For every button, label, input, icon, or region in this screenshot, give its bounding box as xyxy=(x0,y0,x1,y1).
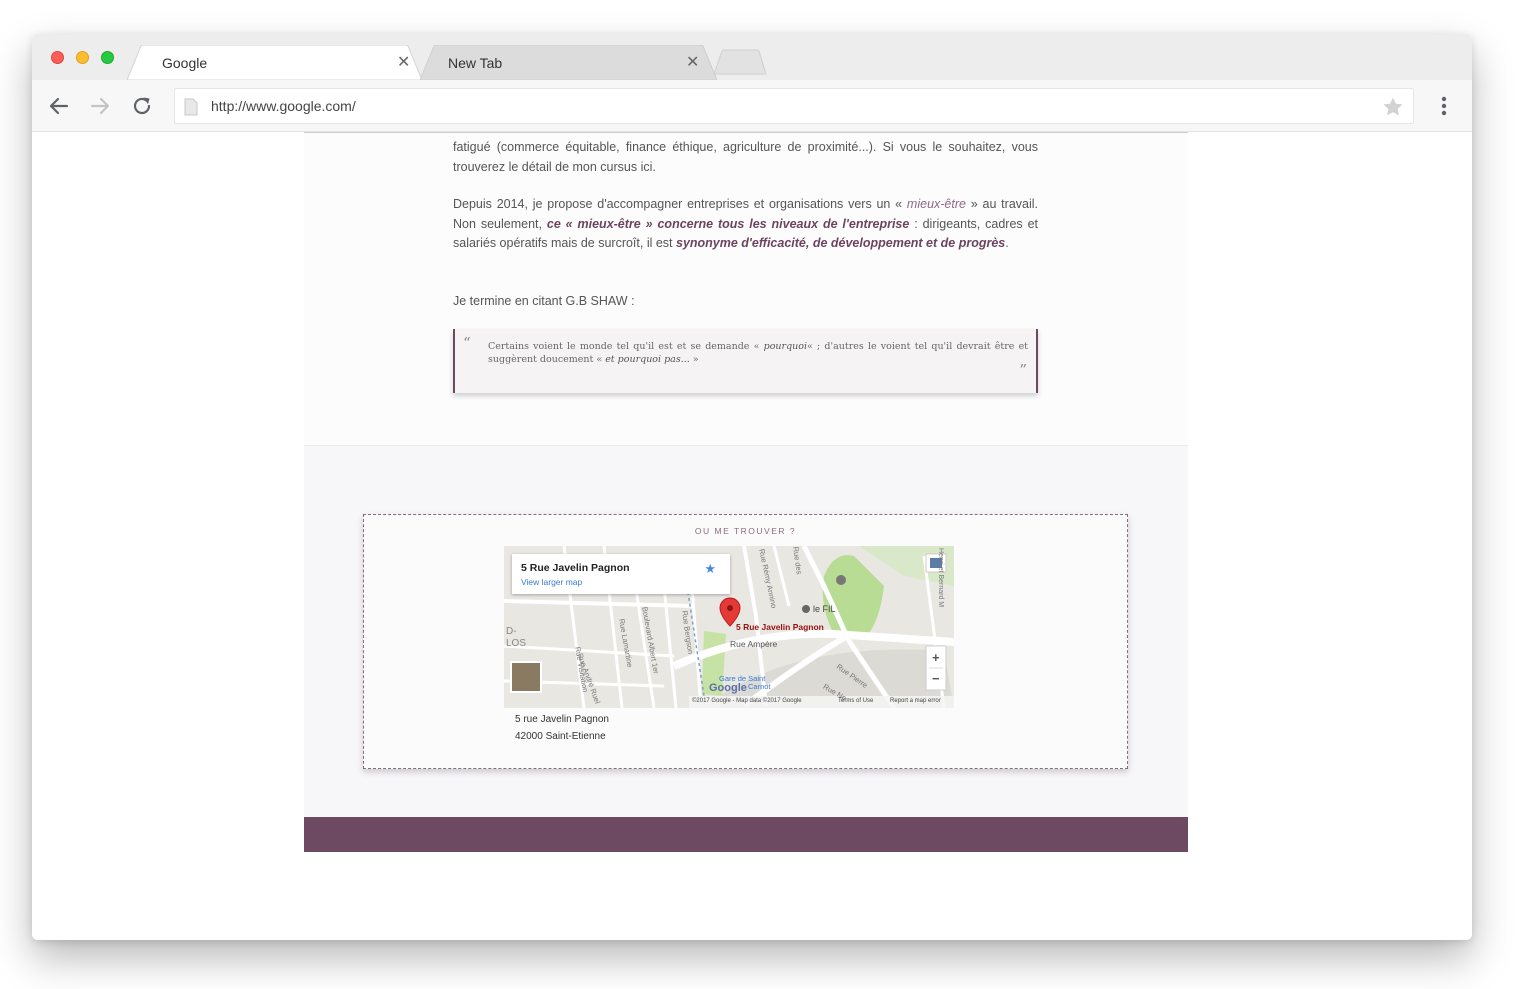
map-card-title: 5 Rue Javelin Pagnon xyxy=(521,562,630,574)
url-text[interactable]: http://www.google.com/ xyxy=(211,98,356,114)
quote-emphasis: et pourquoi pas... xyxy=(605,354,690,365)
reload-icon[interactable] xyxy=(130,94,154,118)
arrow-right-icon[interactable] xyxy=(88,94,112,118)
divider xyxy=(304,132,1188,133)
map-pin-label: 5 Rue Javelin Pagnon xyxy=(736,622,824,632)
page-body: fatigué (commerce équitable, finance éth… xyxy=(304,132,1188,852)
view-larger-map-link[interactable]: View larger map xyxy=(521,577,582,587)
kebab-menu-icon[interactable] xyxy=(1435,94,1453,118)
map-report-link[interactable]: Report a map error xyxy=(890,698,941,704)
map-place-label: Carnot xyxy=(748,682,771,691)
close-window-button[interactable] xyxy=(51,51,64,64)
paragraph-text: fatigué (commerce équitable, finance éth… xyxy=(453,140,1038,174)
close-icon[interactable]: ✕ xyxy=(686,52,699,72)
open-quote-icon: “ xyxy=(463,334,471,352)
map-info-card: 5 Rue Javelin Pagnon View larger map ★ xyxy=(512,554,730,594)
emphasis-text: synonyme d'efficacité, de développement … xyxy=(676,236,1006,250)
map-place-label: le FIL xyxy=(813,604,836,614)
paragraph-citation-intro: Je termine en citant G.B SHAW : xyxy=(453,294,635,308)
cursus-link[interactable]: ici xyxy=(641,160,653,174)
maximize-window-button[interactable] xyxy=(101,51,114,64)
blockquote: “ Certains voient le monde tel qu'il est… xyxy=(453,329,1038,393)
address-line: 5 rue Javelin Pagnon xyxy=(515,714,609,725)
footer-bar xyxy=(304,817,1188,852)
save-star-icon[interactable]: ★ xyxy=(704,561,716,577)
browser-window: Google ✕ New Tab ✕ http://www.google.com… xyxy=(32,34,1472,940)
zoom-out-button[interactable]: − xyxy=(932,671,940,686)
close-icon[interactable]: ✕ xyxy=(397,52,410,72)
tab-strip: Google ✕ New Tab ✕ xyxy=(32,34,1472,80)
address-line: 42000 Saint-Etienne xyxy=(515,731,606,742)
map-place-label: LOS xyxy=(506,638,527,649)
address-bar[interactable]: http://www.google.com/ xyxy=(174,88,1414,124)
tab-title: New Tab xyxy=(448,55,503,71)
map-street-label: Rue Ampère xyxy=(730,639,778,649)
paragraph-text: . xyxy=(1005,236,1009,250)
quote-emphasis: pourquoi xyxy=(763,341,808,352)
map-terms-link[interactable]: Terms of Use xyxy=(838,698,873,704)
map-place-label: D- xyxy=(506,626,517,637)
paragraph-text: Depuis 2014, je propose d'accompagner en… xyxy=(453,197,907,211)
tab-new-tab[interactable]: New Tab ✕ xyxy=(420,45,717,80)
quote-text: Certains voient le monde tel qu'il est e… xyxy=(488,340,1028,366)
google-logo: Google xyxy=(709,682,747,694)
emphasis-text: ce « mieux-être » concerne tous les nive… xyxy=(546,216,910,231)
google-map[interactable]: Rue Ampère Rue Visitation Rue Lamartine … xyxy=(504,546,954,708)
quote-fragment: » xyxy=(689,354,699,365)
arrow-left-icon[interactable] xyxy=(47,94,71,118)
tab-google[interactable]: Google ✕ xyxy=(127,45,422,80)
close-quote-icon: ” xyxy=(1019,361,1027,379)
map-street-label: Henri et Bernard M xyxy=(937,548,944,608)
tab-title: Google xyxy=(162,55,208,71)
map-copyright: ©2017 Google - Map data ©2017 Google xyxy=(692,698,802,704)
minimize-window-button[interactable] xyxy=(76,51,89,64)
page-viewport: fatigué (commerce équitable, finance éth… xyxy=(32,132,1472,940)
quote-fragment: Certains voient le monde tel qu'il est e… xyxy=(488,341,764,352)
paragraph-text: . xyxy=(652,159,656,174)
page-icon xyxy=(184,98,198,116)
location-card: OU ME TROUVER ? Rue Ampère Rue Visitatio… xyxy=(363,514,1128,769)
star-icon[interactable] xyxy=(1381,95,1405,119)
paragraph-cursus: fatigué (commerce équitable, finance éth… xyxy=(453,138,1038,177)
paragraph-mieux-etre: Depuis 2014, je propose d'accompagner en… xyxy=(453,195,1038,254)
emphasis-text: mieux-être xyxy=(906,197,966,211)
zoom-in-button[interactable]: + xyxy=(932,650,940,665)
location-heading: OU ME TROUVER ? xyxy=(694,526,797,536)
browser-toolbar: http://www.google.com/ xyxy=(32,80,1472,132)
new-tab-button[interactable] xyxy=(712,49,768,75)
